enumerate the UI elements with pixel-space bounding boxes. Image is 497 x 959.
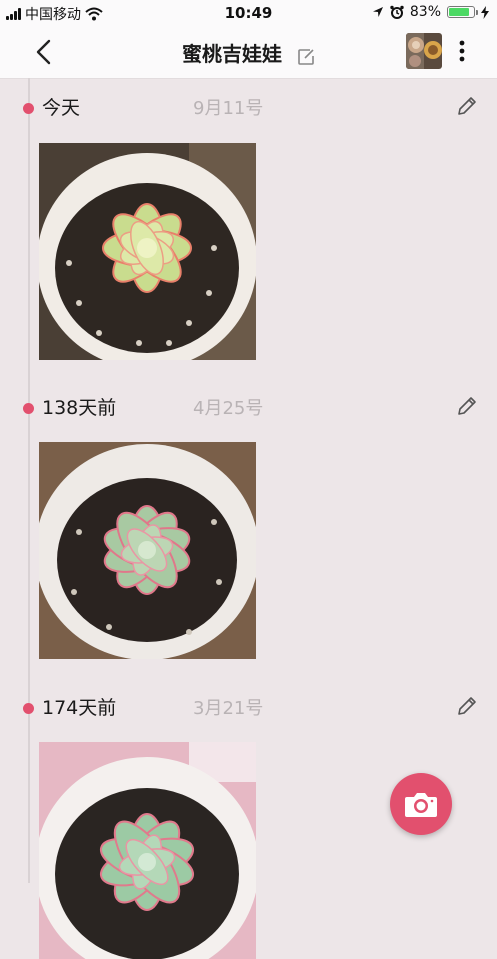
alarm-icon <box>390 5 404 19</box>
succulent-image <box>39 742 256 959</box>
battery-percent: 83% <box>409 4 441 20</box>
plant-photo[interactable] <box>39 143 256 360</box>
status-bar: 中国移动 10:49 83% <box>0 0 497 26</box>
timeline-dot <box>23 703 34 714</box>
entry-label: 138天前 <box>42 397 117 419</box>
pencil-icon <box>458 397 476 415</box>
timeline-dot <box>23 103 34 114</box>
plant-photo[interactable] <box>39 742 256 959</box>
more-vertical-icon <box>459 40 465 62</box>
pencil-icon <box>458 697 476 715</box>
more-menu-button[interactable] <box>452 38 472 66</box>
entry-label: 174天前 <box>42 697 117 719</box>
edit-entry-button[interactable] <box>456 395 478 417</box>
succulent-image <box>39 143 256 360</box>
camera-icon <box>405 793 437 817</box>
edit-icon <box>298 48 314 65</box>
battery-icon <box>447 6 478 18</box>
timeline-dot <box>23 403 34 414</box>
camera-button[interactable] <box>390 773 452 835</box>
entry-label: 今天 <box>42 97 81 119</box>
edit-entry-button[interactable] <box>456 95 478 117</box>
entry-date: 4月25号 <box>193 398 264 419</box>
edit-title-button[interactable] <box>297 47 315 65</box>
succulent-image <box>39 442 256 659</box>
edit-entry-button[interactable] <box>456 695 478 717</box>
location-arrow-icon <box>372 7 383 17</box>
avatar-image <box>406 33 442 69</box>
timeline-line <box>28 78 30 883</box>
pencil-icon <box>458 97 476 115</box>
page-title: 蜜桃吉娃娃 <box>182 42 283 66</box>
entry-date: 3月21号 <box>193 698 264 719</box>
navigation-bar: 蜜桃吉娃娃 <box>0 26 497 79</box>
plant-avatar[interactable] <box>406 33 442 69</box>
plant-photo[interactable] <box>39 442 256 659</box>
entry-date: 9月11号 <box>193 98 264 119</box>
charging-bolt-icon <box>481 5 489 19</box>
status-right: 83% <box>372 4 489 20</box>
